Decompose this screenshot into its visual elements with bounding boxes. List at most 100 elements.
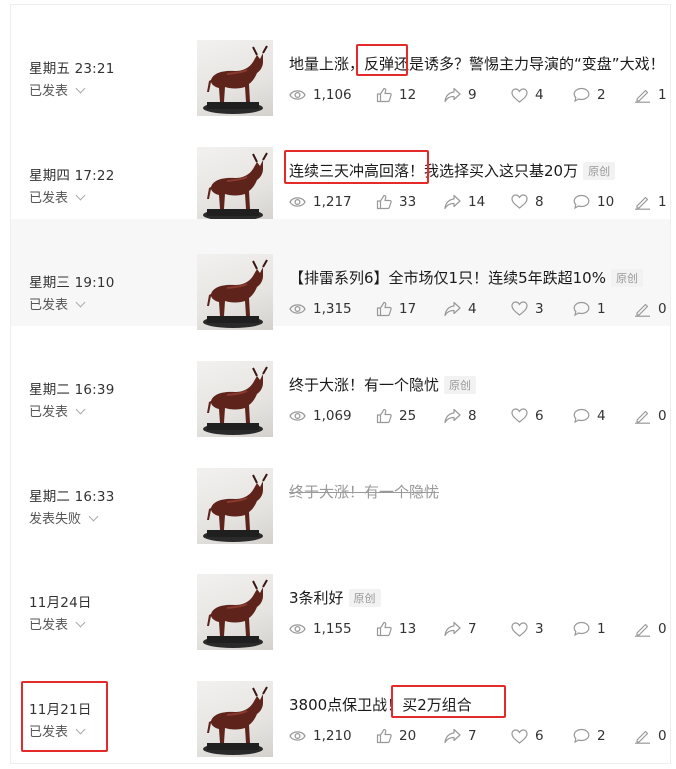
chevron-down-icon [75,190,86,201]
edit-count-value: 0 [658,407,667,424]
pen-icon [634,301,658,317]
article-title[interactable]: 3800点保卫战！买2万组合 [289,694,472,715]
view-count: 1,069 [289,408,352,424]
article-stats: 1,210 20 7 6 2 0 [289,728,669,746]
eye-icon [289,409,313,423]
title-text: 终于大涨！有一个隐忧 [289,375,440,394]
title-text: 3800点保卫战！ [289,696,403,715]
article-title[interactable]: 【排雷系列6】全市场仅1只！连续5年跌超10% 原创 [289,267,643,288]
view-count: 1,315 [289,301,352,317]
heart-icon [511,194,535,210]
eye-icon [289,195,313,209]
eye-icon [289,88,313,102]
like-count-value: 12 [399,87,417,103]
comment-count-value: 1 [597,300,606,317]
wow-count: 3 [511,301,544,317]
article-row[interactable]: 星期五 23:21 已发表 地量上涨，反弹还是诱多？警惕主力导演的“变盘”大戏！ 1,… [11,5,670,116]
article-row[interactable]: 星期二 16:39 已发表 终于大涨！有一个隐忧 原创 1,069 25 8 6 4 0 [11,326,670,437]
comment-count: 1 [573,301,606,317]
publish-status-dropdown[interactable]: 已发表 [29,401,86,420]
heart-icon [511,87,535,103]
share-count: 14 [444,194,485,210]
share-count-value: 7 [468,621,477,638]
comment-icon [573,408,597,424]
article-title[interactable]: 终于大涨！有一个隐忧 原创 [289,374,477,395]
publish-status-dropdown[interactable]: 已发表 [29,294,86,313]
article-row[interactable]: 星期三 19:10 已发表 【排雷系列6】全市场仅1只！连续5年跌超10% 原创 1,3… [11,218,670,330]
like-count-value: 33 [399,193,417,210]
article-thumbnail[interactable] [197,467,273,544]
publish-date: 星期二 16:33 [29,488,115,505]
publish-date: 星期四 17:22 [29,167,115,184]
title-highlighted-text: 反弹 [364,55,395,73]
heart-icon [511,729,535,744]
article-thumbnail[interactable] [197,146,273,223]
view-count-value: 1,210 [313,728,352,745]
article-thumbnail[interactable] [197,360,273,437]
thumb-up-icon [376,194,399,210]
comment-icon [573,87,597,103]
publish-status-dropdown[interactable]: 已发表 [29,721,86,741]
share-count-value: 8 [468,407,477,424]
share-count-value: 4 [468,300,477,317]
edit-count-value: 1 [658,193,667,210]
view-count: 1,210 [289,728,352,744]
chevron-down-icon [75,724,86,735]
share-count-value: 14 [468,193,486,210]
eye-icon [289,622,313,636]
wow-count-value: 3 [535,300,544,317]
article-list-panel: 星期五 23:21 已发表 地量上涨，反弹还是诱多？警惕主力导演的“变盘”大戏！ 1,… [11,5,670,763]
article-thumbnail[interactable] [197,574,273,651]
title-text-rest: 我选择买入这只基20万 [424,161,579,180]
wow-count: 8 [511,194,544,210]
comment-icon [573,301,597,317]
article-thumbnail[interactable] [197,40,273,116]
article-row[interactable]: 11月21日 已发表 3800点保卫战！买2万组合 1,210 20 7 6 2 0 [11,646,670,758]
article-thumbnail[interactable] [197,681,273,758]
view-count: 1,155 [289,621,352,637]
article-thumbnail[interactable] [197,253,273,330]
article-title[interactable]: 连续三天冲高回落！我选择买入这只基20万 原创 [289,160,616,181]
like-count: 12 [376,87,416,103]
publish-status-dropdown[interactable]: 已发表 [29,187,86,206]
article-stats: 1,315 17 4 3 1 0 [289,301,669,319]
view-count: 1,217 [289,194,352,210]
article-title[interactable]: 3条利好 原创 [289,587,381,608]
edit-count-value: 0 [658,300,667,317]
share-icon [444,728,468,744]
eye-icon [289,729,313,743]
publish-date: 11月24日 [29,595,92,612]
comment-count: 4 [573,408,606,424]
title-highlighted-text: 买2万组合 [402,696,472,715]
heart-icon [511,622,535,637]
comment-count: 1 [573,621,606,637]
publish-status-dropdown[interactable]: 已发表 [29,80,86,99]
article-row[interactable]: 11月24日 已发表 3条利好 原创 1,155 13 7 3 1 0 [11,539,670,651]
comment-icon [573,728,597,744]
article-title[interactable]: 地量上涨，反弹还是诱多？警惕主力导演的“变盘”大戏！ [289,53,665,74]
wow-count-value: 8 [535,193,544,210]
like-count: 17 [376,301,416,317]
article-title[interactable]: 终于大涨！有一个隐忧 [289,481,439,502]
article-row[interactable]: 星期四 17:22 已发表 连续三天冲高回落！我选择买入这只基20万 原创 1,217 3… [11,112,670,223]
wow-count-value: 4 [535,87,544,103]
publish-date: 星期五 23:21 [29,61,115,77]
comment-count-value: 2 [597,728,606,745]
article-row[interactable]: 星期二 16:33 发表失败 终于大涨！有一个隐忧 [11,433,670,544]
publish-status-label: 已发表 [29,725,69,741]
title-highlighted-text: 连续三天冲高回落！ [289,161,425,180]
like-count-value: 13 [399,621,417,638]
pen-icon [634,621,658,638]
share-count: 7 [444,621,477,637]
edit-count: 0 [634,301,667,317]
pen-icon [634,194,658,210]
publish-status-dropdown[interactable]: 发表失败 [29,508,99,527]
share-icon [444,621,468,637]
publish-status-dropdown[interactable]: 已发表 [29,614,86,633]
comment-icon [573,621,597,637]
publish-status-label: 已发表 [29,297,69,313]
comment-count-value: 1 [597,621,606,638]
like-count: 25 [376,408,416,424]
chevron-down-icon [75,404,86,415]
original-badge: 原创 [348,589,381,608]
